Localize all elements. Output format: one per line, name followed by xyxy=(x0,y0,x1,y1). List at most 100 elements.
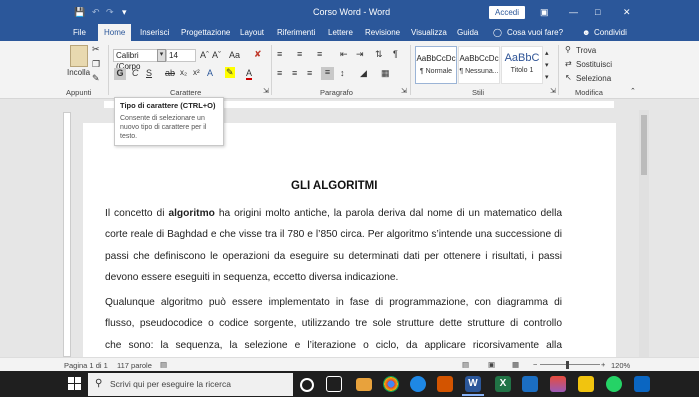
multilevel-list-icon[interactable]: ≡ xyxy=(317,49,322,59)
font-dropdown-icon[interactable]: ▾ xyxy=(157,49,166,62)
undo-icon[interactable]: ↶ xyxy=(92,7,100,18)
font-dialog-launcher-icon[interactable]: ⇲ xyxy=(263,87,269,95)
zoom-level[interactable]: 120% xyxy=(611,361,630,370)
sticky-notes-icon[interactable] xyxy=(578,376,594,392)
align-left-icon[interactable]: ≡ xyxy=(277,68,282,78)
shading-icon[interactable]: ◢ xyxy=(360,68,367,79)
word-icon[interactable]: W xyxy=(465,376,481,392)
justify-icon[interactable]: ≡ xyxy=(321,67,334,80)
tab-progettazione[interactable]: Progettazione xyxy=(181,28,230,37)
select-button[interactable]: Seleziona xyxy=(576,74,611,83)
zoom-slider[interactable] xyxy=(540,364,600,365)
paragraph-1[interactable]: Il concetto di algoritmo ha origini molt… xyxy=(105,203,562,288)
borders-icon[interactable]: ▦ xyxy=(381,68,390,79)
tab-riferimenti[interactable]: Riferimenti xyxy=(277,28,315,37)
strikethrough-icon[interactable]: ab xyxy=(165,68,175,78)
format-painter-icon[interactable]: ✎ xyxy=(92,73,100,84)
find-button[interactable]: Trova xyxy=(576,46,596,55)
close-icon[interactable]: ✕ xyxy=(623,7,631,18)
clear-formatting-icon[interactable]: ✘ xyxy=(254,49,262,60)
whatsapp-icon[interactable] xyxy=(606,376,622,392)
tab-visualizza[interactable]: Visualizza xyxy=(411,28,447,37)
styles-dialog-launcher-icon[interactable]: ⇲ xyxy=(550,87,556,95)
bold-button[interactable]: G xyxy=(114,68,126,80)
print-layout-icon[interactable]: ▣ xyxy=(488,360,495,369)
decrease-indent-icon[interactable]: ⇤ xyxy=(340,49,348,60)
proofing-icon[interactable]: ▤ xyxy=(160,360,167,369)
tell-me-box[interactable]: Cosa vuoi fare? xyxy=(507,28,563,37)
word-count[interactable]: 117 parole xyxy=(117,361,152,370)
file-explorer-icon[interactable] xyxy=(356,378,372,391)
tab-lettere[interactable]: Lettere xyxy=(328,28,353,37)
app-icon[interactable] xyxy=(634,376,650,392)
word-document-icon[interactable] xyxy=(522,376,538,392)
document-title[interactable]: GLI ALGORITMI xyxy=(291,180,377,192)
maximize-icon[interactable]: □ xyxy=(595,7,600,17)
web-layout-icon[interactable]: ▦ xyxy=(512,360,519,369)
highlight-icon[interactable]: ✎ xyxy=(225,67,235,78)
tab-revisione[interactable]: Revisione xyxy=(365,28,400,37)
align-right-icon[interactable]: ≡ xyxy=(307,68,312,78)
font-name-field[interactable]: Calibri (Corpo xyxy=(113,49,160,71)
underline-button[interactable]: S xyxy=(146,68,152,78)
app-icon[interactable] xyxy=(550,376,566,392)
styles-more-icon[interactable]: ▾ xyxy=(545,73,549,81)
task-switch-icon[interactable] xyxy=(326,376,342,392)
paste-button[interactable]: Incolla xyxy=(67,68,90,77)
numbering-icon[interactable]: ≡ xyxy=(297,49,302,59)
paste-icon[interactable] xyxy=(70,45,88,67)
paragraph-2[interactable]: Qualunque algoritmo può essere implement… xyxy=(105,292,562,356)
firefox-icon[interactable] xyxy=(437,376,453,392)
zoom-in-icon[interactable]: + xyxy=(601,360,605,369)
vertical-ruler[interactable] xyxy=(63,112,71,357)
tab-file[interactable]: File xyxy=(73,28,86,37)
superscript-icon[interactable]: x² xyxy=(193,68,200,77)
scrollbar-thumb[interactable] xyxy=(641,115,647,175)
style-heading1[interactable]: AaBbC Titolo 1 xyxy=(501,46,543,84)
line-spacing-icon[interactable]: ↕ xyxy=(340,68,345,78)
tab-guida[interactable]: Guida xyxy=(457,28,478,37)
task-view-icon[interactable] xyxy=(300,378,314,392)
redo-icon[interactable]: ↷ xyxy=(106,7,114,18)
italic-button[interactable]: C xyxy=(132,68,139,78)
chrome-icon[interactable] xyxy=(383,376,399,392)
page-count[interactable]: Pagina 1 di 1 xyxy=(64,361,108,370)
tab-layout[interactable]: Layout xyxy=(240,28,264,37)
read-mode-icon[interactable]: ▤ xyxy=(462,360,469,369)
bullets-icon[interactable]: ≡ xyxy=(277,49,282,59)
signin-button[interactable]: Accedi xyxy=(489,6,525,19)
edge-icon[interactable] xyxy=(410,376,426,392)
share-button[interactable]: Condividi xyxy=(594,28,627,37)
document-page[interactable]: GLI ALGORITMI Il concetto di algoritmo h… xyxy=(83,123,616,357)
minimize-icon[interactable]: — xyxy=(569,7,578,17)
tab-inserisci[interactable]: Inserisci xyxy=(140,28,169,37)
excel-icon[interactable]: X xyxy=(495,376,511,392)
copy-icon[interactable]: ❐ xyxy=(92,59,100,70)
zoom-out-icon[interactable]: − xyxy=(533,360,537,369)
style-no-spacing[interactable]: AaBbCcDc ¶ Nessuna... xyxy=(458,46,500,84)
style-normal[interactable]: AaBbCcDc ¶ Normale xyxy=(415,46,457,84)
sort-icon[interactable]: ⇅ xyxy=(375,49,383,60)
windows-start-icon[interactable] xyxy=(68,377,82,391)
save-icon[interactable]: 💾 xyxy=(74,7,85,18)
text-effects-icon[interactable]: A xyxy=(207,68,213,78)
shrink-font-icon[interactable]: Aˇ xyxy=(212,50,221,60)
font-color-icon[interactable]: A xyxy=(246,68,253,80)
collapse-ribbon-icon[interactable]: ⌃ xyxy=(630,87,636,95)
increase-indent-icon[interactable]: ⇥ xyxy=(356,49,364,60)
styles-down-icon[interactable]: ▾ xyxy=(545,61,549,69)
change-case-button[interactable]: Aa xyxy=(229,50,240,60)
font-size-field[interactable]: 14 xyxy=(166,49,196,62)
grow-font-icon[interactable]: Aˆ xyxy=(200,50,209,60)
paragraph-dialog-launcher-icon[interactable]: ⇲ xyxy=(401,87,407,95)
show-marks-icon[interactable]: ¶ xyxy=(393,49,398,59)
tab-home[interactable]: Home xyxy=(98,24,132,41)
align-center-icon[interactable]: ≡ xyxy=(292,68,297,78)
ribbon-display-icon[interactable]: ▣ xyxy=(540,7,549,18)
cut-icon[interactable]: ✂ xyxy=(92,44,100,55)
customize-qat-icon[interactable]: ▾ xyxy=(122,7,127,18)
zoom-slider-thumb[interactable] xyxy=(566,361,569,369)
subscript-icon[interactable]: x₂ xyxy=(180,68,187,77)
replace-button[interactable]: Sostituisci xyxy=(576,60,612,69)
taskbar-search-box[interactable]: ⚲ Scrivi qui per eseguire la ricerca xyxy=(88,373,293,396)
